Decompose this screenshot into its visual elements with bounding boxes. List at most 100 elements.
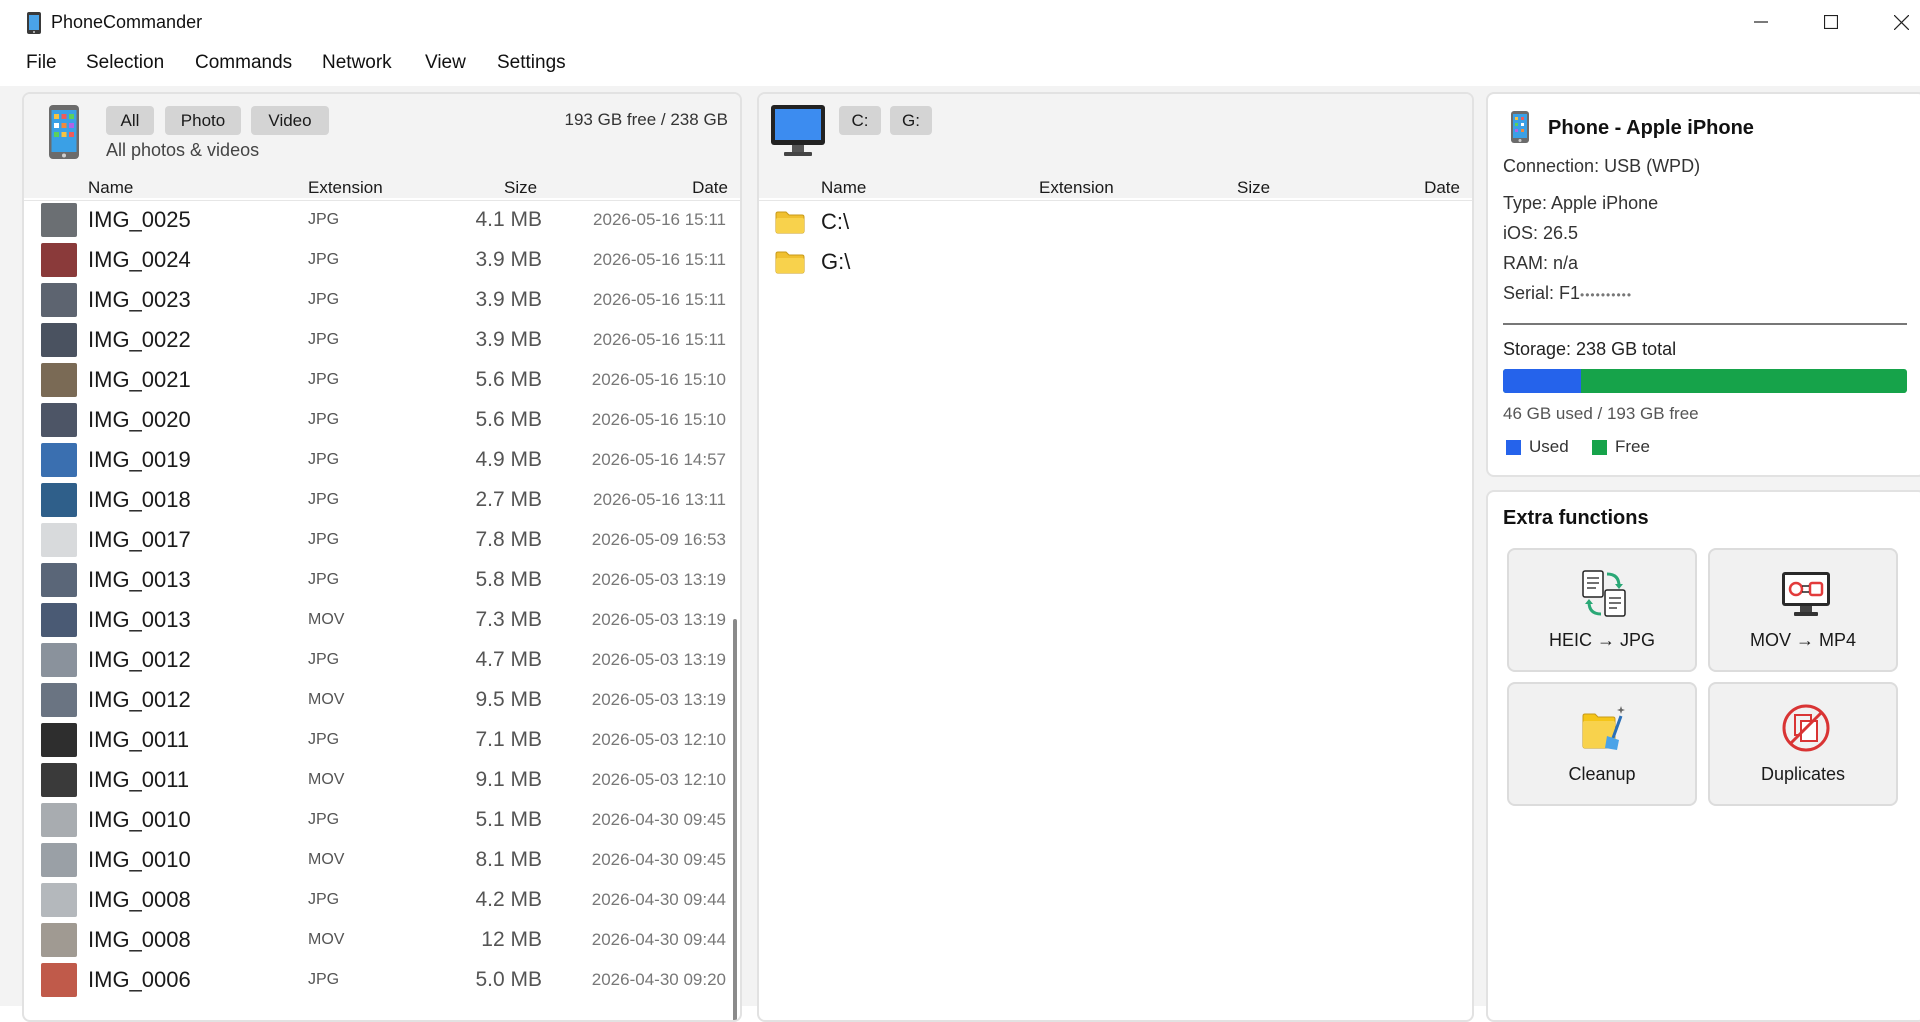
file-date: 2026-05-03 13:19 (591, 690, 726, 709)
title-bar: PhoneCommander (0, 0, 1920, 44)
thumbnail-image (41, 723, 77, 757)
menu-view[interactable]: View (425, 52, 466, 74)
file-row[interactable]: IMG_0012 MOV 9.5 MB 2026-05-03 13:19 (24, 680, 740, 720)
mov-to-mp4-button[interactable]: MOV → MP4 (1708, 548, 1898, 672)
file-row[interactable]: IMG_0012 JPG 4.7 MB 2026-05-03 13:19 (24, 640, 740, 680)
menu-network[interactable]: Network (322, 52, 392, 74)
file-row[interactable]: IMG_0008 JPG 4.2 MB 2026-04-30 09:44 (24, 880, 740, 920)
file-date: 2026-05-16 15:10 (591, 410, 726, 429)
thumbnail-image (41, 283, 77, 317)
thumbnail-image (41, 803, 77, 837)
file-row[interactable]: IMG_0010 JPG 5.1 MB 2026-04-30 09:45 (24, 800, 740, 840)
file-name: IMG_0017 (88, 527, 191, 552)
file-name: IMG_0012 (88, 687, 191, 712)
minimize-button[interactable] (1732, 0, 1790, 44)
file-date: 2026-05-16 14:57 (591, 450, 726, 469)
file-date: 2026-05-16 15:10 (591, 370, 726, 389)
column-header-extension[interactable]: Extension (1039, 178, 1114, 200)
drive-row[interactable]: C:\ (759, 202, 1472, 242)
duplicates-label: Duplicates (1760, 764, 1846, 784)
storage-text: 46 GB used / 193 GB free (1503, 404, 1699, 423)
file-size: 7.8 MB (475, 528, 542, 551)
filter-photo-button[interactable]: Photo (165, 106, 241, 135)
filter-all-button[interactable]: All (106, 106, 154, 135)
file-row[interactable]: IMG_0013 MOV 7.3 MB 2026-05-03 13:19 (24, 600, 740, 640)
menu-settings[interactable]: Settings (497, 52, 566, 74)
file-date: 2026-04-30 09:20 (591, 970, 726, 989)
thumbnail-image (41, 603, 77, 637)
file-size: 8.1 MB (475, 848, 542, 871)
file-list-scrollbar[interactable] (733, 619, 737, 1020)
column-header-date[interactable]: Date (692, 178, 728, 200)
file-extension: JPG (308, 371, 340, 388)
drive-name: C:\ (821, 209, 850, 234)
file-extension: JPG (308, 211, 340, 228)
folder-icon (775, 251, 805, 274)
file-row[interactable]: IMG_0008 MOV 12 MB 2026-04-30 09:44 (24, 920, 740, 960)
drive-c-button[interactable]: C: (839, 106, 881, 135)
computer-monitor-icon (771, 105, 825, 156)
duplicates-icon (1782, 704, 1830, 752)
thumbnail-image (41, 963, 77, 997)
file-size: 5.0 MB (475, 968, 542, 991)
convert-heic-icon (1582, 570, 1626, 617)
file-name: IMG_0008 (88, 887, 191, 912)
file-row[interactable]: IMG_0024 JPG 3.9 MB 2026-05-16 15:11 (24, 240, 740, 280)
file-row[interactable]: IMG_0013 JPG 5.8 MB 2026-05-03 13:19 (24, 560, 740, 600)
menu-file[interactable]: File (26, 52, 57, 74)
device-ram: RAM: n/a (1503, 253, 1579, 273)
column-header-name[interactable]: Name (88, 178, 133, 200)
column-header-size[interactable]: Size (504, 178, 537, 200)
file-name: IMG_0021 (88, 367, 191, 392)
file-date: 2026-05-16 13:11 (593, 490, 726, 509)
file-row[interactable]: IMG_0022 JPG 3.9 MB 2026-05-16 15:11 (24, 320, 740, 360)
column-header-size[interactable]: Size (1237, 178, 1270, 200)
file-extension: MOV (308, 611, 345, 628)
thumbnail-image (41, 203, 77, 237)
file-date: 2026-04-30 09:44 (591, 930, 726, 949)
file-extension: JPG (308, 571, 340, 588)
drive-g-button[interactable]: G: (890, 106, 932, 135)
storage-label: Storage: 238 GB total (1503, 339, 1677, 359)
cleanup-icon (1582, 706, 1625, 750)
cleanup-button[interactable]: Cleanup (1507, 682, 1697, 806)
file-size: 7.1 MB (475, 728, 542, 751)
column-header-extension[interactable]: Extension (308, 178, 383, 200)
file-size: 5.6 MB (475, 368, 542, 391)
menu-commands[interactable]: Commands (195, 52, 292, 74)
file-size: 4.1 MB (475, 208, 542, 231)
file-name: IMG_0010 (88, 807, 191, 832)
file-date: 2026-05-16 15:11 (593, 210, 726, 229)
duplicates-button[interactable]: Duplicates (1708, 682, 1898, 806)
file-row[interactable]: IMG_0019 JPG 4.9 MB 2026-05-16 14:57 (24, 440, 740, 480)
thumbnail-image (41, 643, 77, 677)
file-row[interactable]: IMG_0025 JPG 4.1 MB 2026-05-16 15:11 (24, 200, 740, 240)
file-row[interactable]: IMG_0023 JPG 3.9 MB 2026-05-16 15:11 (24, 280, 740, 320)
file-row[interactable]: IMG_0020 JPG 5.6 MB 2026-05-16 15:10 (24, 400, 740, 440)
column-header-date[interactable]: Date (1424, 178, 1460, 200)
file-row[interactable]: IMG_0017 JPG 7.8 MB 2026-05-09 16:53 (24, 520, 740, 560)
file-row[interactable]: IMG_0018 JPG 2.7 MB 2026-05-16 13:11 (24, 480, 740, 520)
menu-selection[interactable]: Selection (86, 52, 164, 74)
close-button[interactable] (1872, 0, 1920, 44)
thumbnail-image (41, 243, 77, 277)
device-title: Phone - Apple iPhone (1548, 117, 1754, 139)
drive-row[interactable]: G:\ (759, 242, 1472, 282)
file-size: 3.9 MB (475, 328, 542, 351)
thumbnail-image (41, 923, 77, 957)
close-icon (1893, 14, 1909, 30)
file-row[interactable]: IMG_0011 MOV 9.1 MB 2026-05-03 12:10 (24, 760, 740, 800)
file-row[interactable]: IMG_0010 MOV 8.1 MB 2026-04-30 09:45 (24, 840, 740, 880)
file-row[interactable]: IMG_0011 JPG 7.1 MB 2026-05-03 12:10 (24, 720, 740, 760)
file-date: 2026-05-16 15:11 (593, 250, 726, 269)
file-row[interactable]: IMG_0021 JPG 5.6 MB 2026-05-16 15:10 (24, 360, 740, 400)
file-row[interactable]: IMG_0006 JPG 5.0 MB 2026-04-30 09:20 (24, 960, 740, 1000)
folder-icon (775, 211, 805, 234)
maximize-button[interactable] (1802, 0, 1860, 44)
legend-free-label: Free (1615, 437, 1650, 456)
file-name: IMG_0006 (88, 967, 191, 992)
heic-to-jpg-button[interactable]: HEIC → JPG (1507, 548, 1697, 672)
column-header-name[interactable]: Name (821, 178, 866, 200)
filter-video-button[interactable]: Video (251, 106, 329, 135)
maximize-icon (1824, 15, 1838, 29)
